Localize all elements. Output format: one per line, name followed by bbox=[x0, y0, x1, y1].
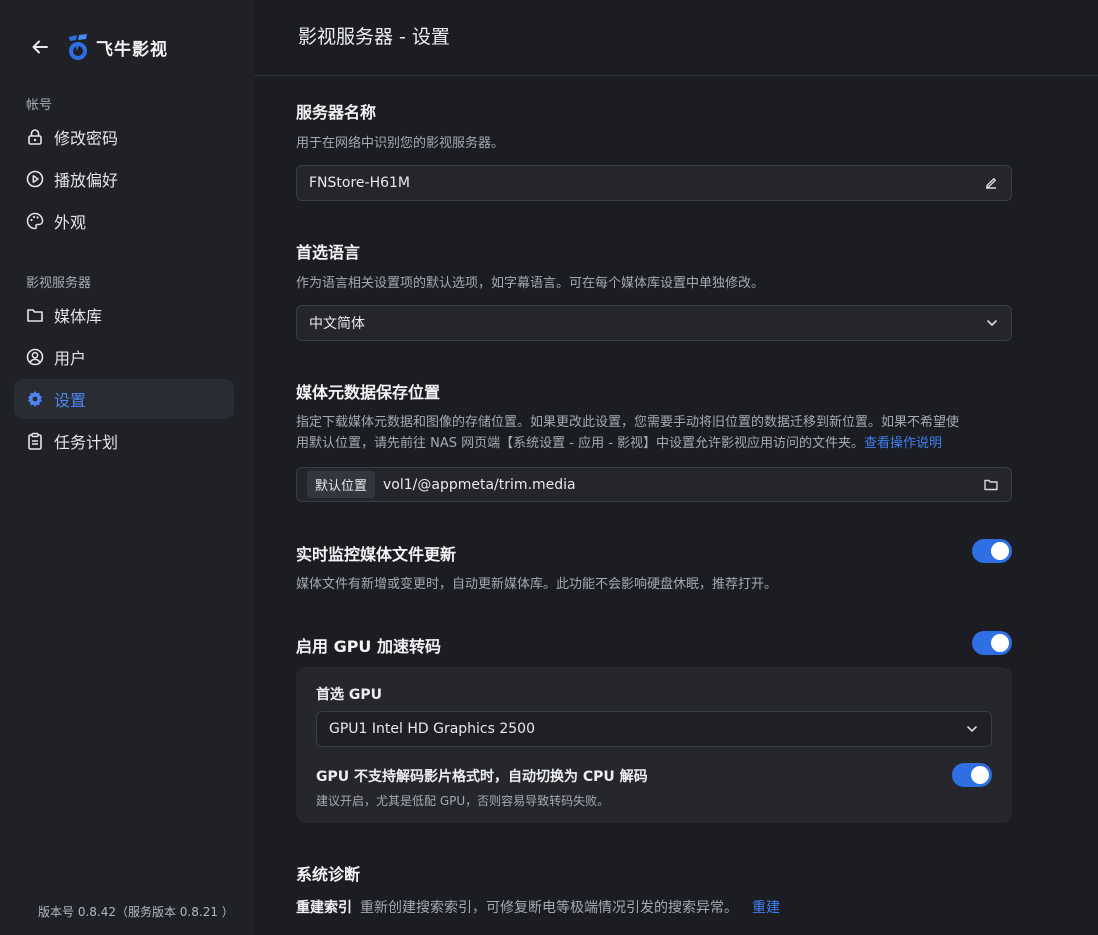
account-section-label: 帐号 bbox=[26, 98, 53, 113]
gpu-toggle[interactable] bbox=[972, 631, 1012, 655]
language-select[interactable]: 中文简体 bbox=[296, 305, 1012, 341]
sidebar-item-label: 修改密码 bbox=[54, 129, 119, 148]
metadata-path-value: vol1/@appmeta/trim.media bbox=[383, 476, 576, 493]
sidebar-item-label: 外观 bbox=[54, 213, 87, 232]
version-text: 版本号 0.8.42（服务版本 0.8.21 ） bbox=[38, 905, 234, 919]
realtime-monitor-title: 实时监控媒体文件更新 bbox=[296, 545, 457, 564]
rebuild-index-desc: 重新创建搜索索引，可修复断电等极端情况引发的搜索异常。 bbox=[360, 900, 738, 916]
palette-icon bbox=[26, 212, 44, 230]
sidebar-item-users[interactable]: 用户 bbox=[14, 337, 234, 377]
sidebar-item-change-password[interactable]: 修改密码 bbox=[14, 117, 234, 157]
rebuild-index-row: 重建索引 重新创建搜索索引，可修复断电等极端情况引发的搜索异常。 重建 bbox=[296, 897, 780, 917]
toggle-knob bbox=[971, 766, 989, 784]
sidebar-item-appearance[interactable]: 外观 bbox=[14, 201, 234, 241]
gpu-title: 启用 GPU 加速转码 bbox=[296, 637, 441, 656]
realtime-monitor-toggle[interactable] bbox=[972, 539, 1012, 563]
cpu-fallback-toggle[interactable] bbox=[952, 763, 992, 787]
rebuild-index-label: 重建索引 bbox=[296, 900, 352, 916]
sidebar-item-playback-preferences[interactable]: 播放偏好 bbox=[14, 159, 234, 199]
app-name: 飞牛影视 bbox=[96, 39, 168, 60]
gear-icon bbox=[26, 390, 44, 408]
play-circle-icon bbox=[26, 170, 44, 188]
server-name-value: FNStore-H61M bbox=[309, 175, 411, 191]
gpu-settings-card: 首选 GPU GPU1 Intel HD Graphics 2500 GPU 不… bbox=[296, 667, 1012, 823]
chevron-down-icon bbox=[965, 722, 979, 736]
realtime-monitor-desc: 媒体文件有新增或变更时，自动更新媒体库。此功能不会影响硬盘休眠，推荐打开。 bbox=[296, 577, 778, 592]
metadata-desc-line1: 指定下载媒体元数据和图像的存储位置。如果更改此设置，您需要手动将旧位置的数据迁移… bbox=[296, 415, 960, 430]
folder-browse-icon[interactable] bbox=[983, 477, 999, 493]
sidebar-item-label: 播放偏好 bbox=[54, 171, 119, 190]
cpu-fallback-desc: 建议开启，尤其是低配 GPU，否则容易导致转码失败。 bbox=[316, 794, 610, 808]
language-value: 中文简体 bbox=[309, 316, 365, 332]
edit-icon[interactable] bbox=[983, 175, 999, 191]
server-name-title: 服务器名称 bbox=[296, 103, 377, 122]
server-section-label: 影视服务器 bbox=[26, 276, 92, 291]
rebuild-link[interactable]: 重建 bbox=[752, 897, 780, 917]
back-button[interactable] bbox=[30, 37, 50, 57]
sidebar-item-label: 设置 bbox=[54, 391, 87, 410]
default-location-tag: 默认位置 bbox=[307, 471, 376, 498]
page-title: 影视服务器 - 设置 bbox=[298, 26, 450, 48]
preferred-gpu-value: GPU1 Intel HD Graphics 2500 bbox=[329, 721, 536, 737]
lock-icon bbox=[26, 128, 44, 146]
arrow-left-icon bbox=[32, 40, 48, 54]
sidebar-item-label: 媒体库 bbox=[54, 307, 103, 326]
server-name-field[interactable]: FNStore-H61M bbox=[296, 165, 1012, 201]
sidebar: 飞牛影视 帐号 修改密码 播放偏好 外观 影视服务器 媒体库 用户 设置 任务计… bbox=[0, 0, 254, 935]
cpu-fallback-label: GPU 不支持解码影片格式时，自动切换为 CPU 解码 bbox=[316, 769, 648, 785]
help-link[interactable]: 查看操作说明 bbox=[864, 436, 942, 451]
metadata-title: 媒体元数据保存位置 bbox=[296, 383, 441, 402]
language-title: 首选语言 bbox=[296, 243, 361, 262]
sidebar-item-label: 任务计划 bbox=[54, 433, 119, 452]
folder-icon bbox=[26, 306, 44, 324]
brand: 飞牛影视 bbox=[30, 32, 168, 62]
metadata-desc-line2-wrap: 用默认位置，请先前往 NAS 网页端【系统设置 - 应用 - 影视】中设置允许影… bbox=[296, 433, 942, 454]
sidebar-item-label: 用户 bbox=[54, 349, 87, 368]
toggle-knob bbox=[991, 542, 1009, 560]
user-circle-icon bbox=[26, 348, 44, 366]
preferred-gpu-label: 首选 GPU bbox=[316, 687, 382, 703]
top-bar: 影视服务器 - 设置 bbox=[254, 0, 1098, 76]
sidebar-item-media-library[interactable]: 媒体库 bbox=[14, 295, 234, 335]
metadata-path-field[interactable]: 默认位置 vol1/@appmeta/trim.media bbox=[296, 467, 1012, 502]
main-content: 影视服务器 - 设置 服务器名称 用于在网络中识别您的影视服务器。 FNStor… bbox=[254, 0, 1098, 935]
diagnostics-title: 系统诊断 bbox=[296, 865, 361, 884]
server-name-desc: 用于在网络中识别您的影视服务器。 bbox=[296, 136, 505, 151]
chevron-down-icon bbox=[985, 316, 999, 330]
preferred-gpu-select[interactable]: GPU1 Intel HD Graphics 2500 bbox=[316, 711, 992, 747]
toggle-knob bbox=[991, 634, 1009, 652]
app-logo-icon bbox=[69, 34, 87, 60]
metadata-desc-line2: 用默认位置，请先前往 NAS 网页端【系统设置 - 应用 - 影视】中设置允许影… bbox=[296, 436, 865, 451]
sidebar-item-scheduled-tasks[interactable]: 任务计划 bbox=[14, 421, 234, 461]
language-desc: 作为语言相关设置项的默认选项，如字幕语言。可在每个媒体库设置中单独修改。 bbox=[296, 276, 765, 291]
sidebar-item-settings[interactable]: 设置 bbox=[14, 379, 234, 419]
clipboard-icon bbox=[26, 432, 44, 450]
